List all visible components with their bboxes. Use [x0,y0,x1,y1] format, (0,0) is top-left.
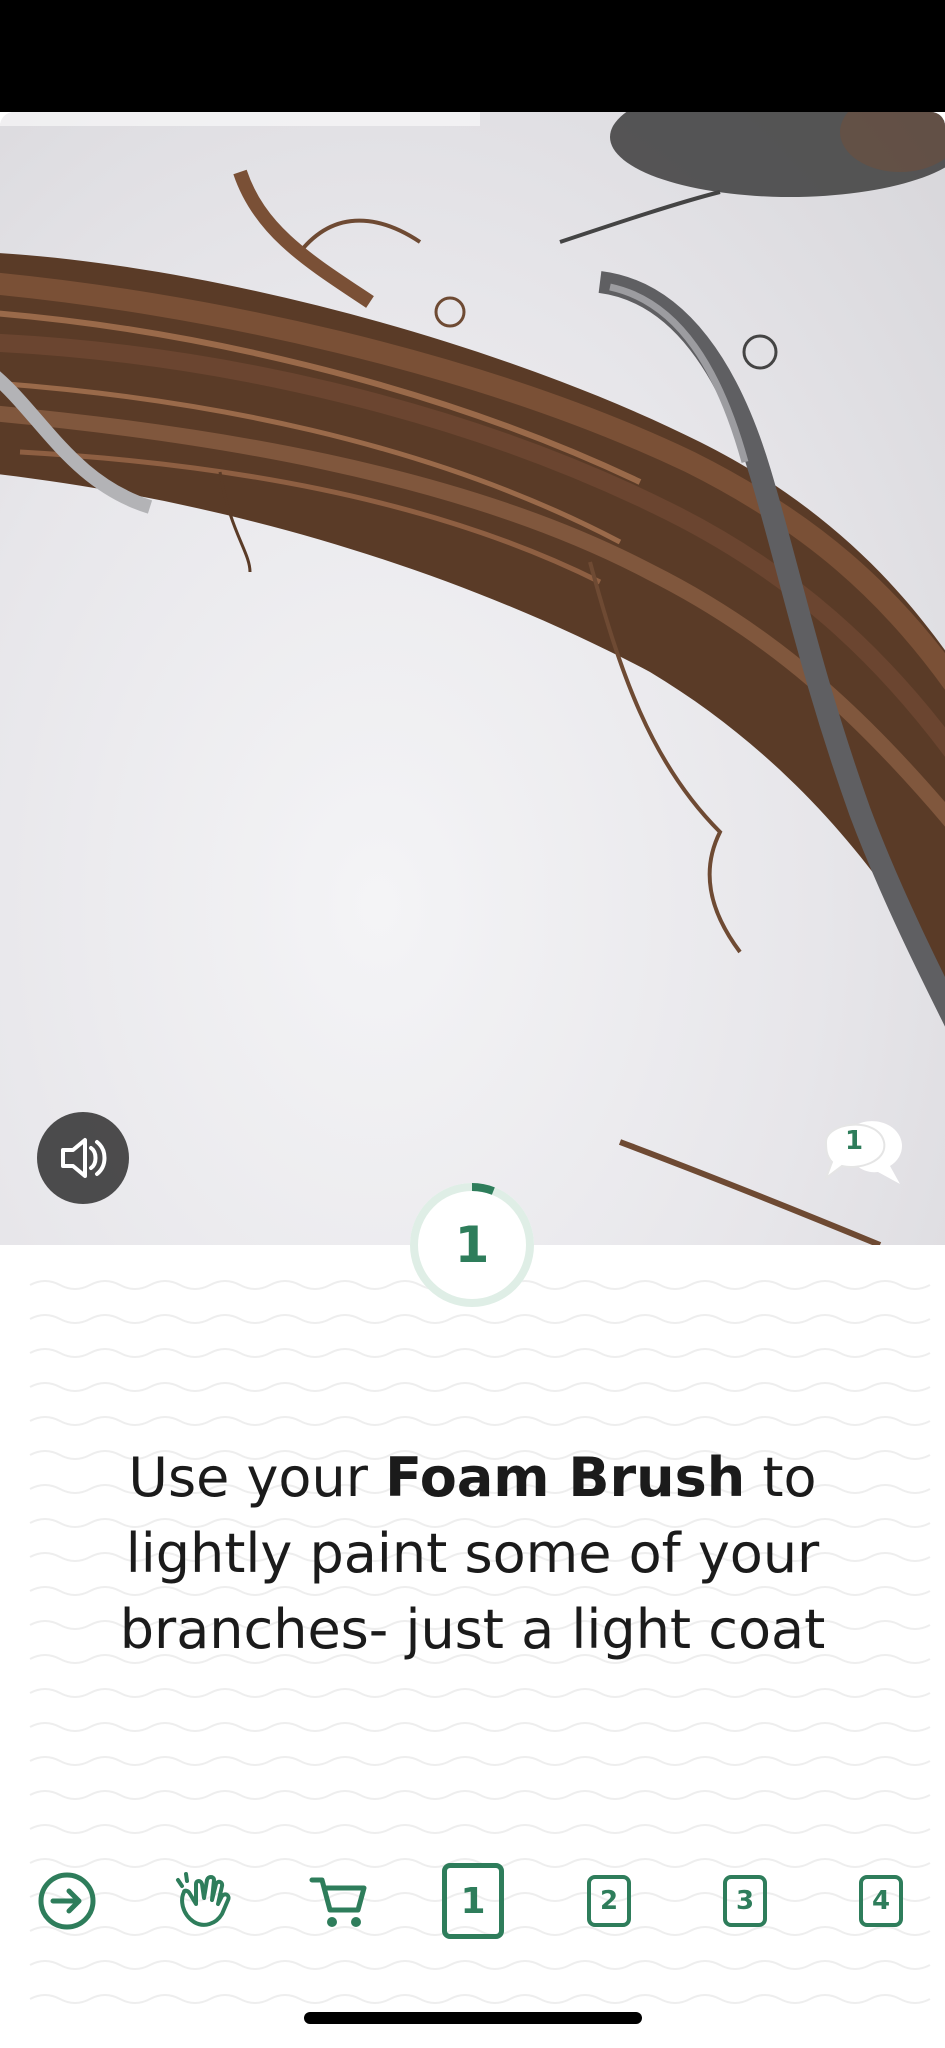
sound-toggle-button[interactable] [37,1112,129,1204]
wave-line [29,1722,931,1732]
shopping-cart-icon [309,1877,367,1927]
instruction-text-before: Use your [128,1446,386,1509]
step-tab-1[interactable]: 1 [438,1856,508,1946]
wave-line [29,1688,931,1698]
wave-line [29,1824,931,1834]
step-tab-3[interactable]: 3 [710,1856,780,1946]
video-player[interactable] [0,112,945,1245]
instruction-tool-name: Foam Brush [385,1446,746,1509]
wave-line [29,1756,931,1766]
wave-line [29,1994,931,2004]
step-tab-label: 4 [859,1875,903,1927]
wave-line [29,1416,931,1426]
wave-line [29,1790,931,1800]
video-progress-strip [0,112,480,126]
step-tab-2[interactable]: 2 [574,1856,644,1946]
step-tab-4[interactable]: 4 [846,1856,916,1946]
wave-line [29,1960,931,1970]
shopping-cart-button[interactable] [304,1856,374,1946]
arrow-right-circle-icon [38,1872,96,1930]
speaker-mute-icon [61,1138,107,1178]
current-step-number: 1 [454,1216,490,1274]
step-tab-label: 1 [442,1863,504,1939]
comments-count: 1 [844,1126,864,1156]
wreath-video-frame [0,112,945,1245]
clapping-hands-icon [176,1872,231,1927]
wave-line [29,1314,931,1324]
next-button[interactable] [32,1856,102,1946]
applause-button[interactable] [168,1856,238,1946]
instruction-text: Use your Foam Brush to lightly paint som… [80,1440,865,1668]
home-indicator [304,2012,642,2024]
app-screen: 1 1 Use your Foam Brush to lightly paint… [0,0,945,2048]
comments-button[interactable]: 1 [818,1108,910,1194]
wave-line [29,1382,931,1392]
wave-line [29,1348,931,1358]
bottom-navigation: 1 2 3 4 [0,1856,945,1946]
step-progress-ring: 1 [405,1178,539,1312]
step-tab-label: 2 [587,1875,631,1927]
status-bar [0,0,945,112]
step-tab-label: 3 [723,1875,767,1927]
